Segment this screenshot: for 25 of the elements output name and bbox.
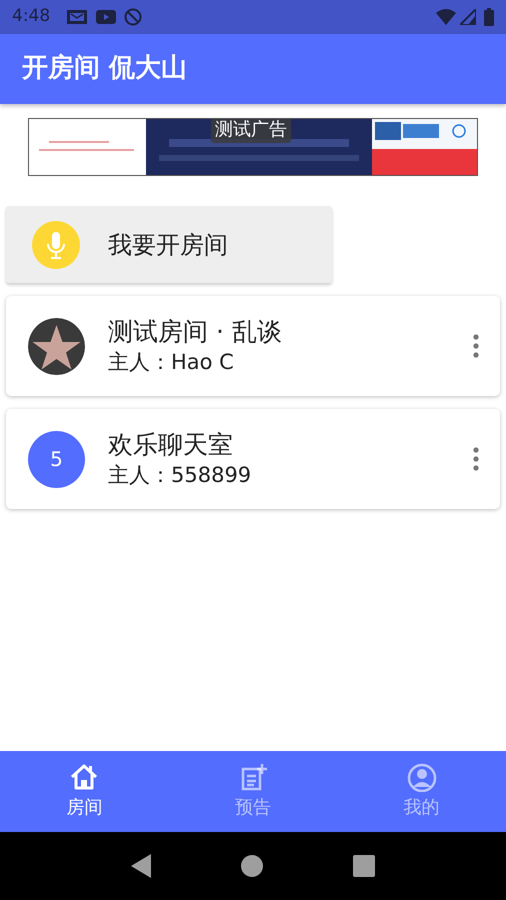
create-room-button[interactable]: 我要开房间 (6, 206, 332, 283)
room-card[interactable]: 测试房间 · 乱谈 主人：Hao C (6, 296, 500, 396)
room-card[interactable]: 5 欢乐聊天室 主人：558899 (6, 409, 500, 509)
battery-icon (484, 8, 494, 26)
more-icon[interactable] (472, 334, 480, 358)
room-owner: 主人：Hao C (108, 348, 235, 376)
signal-icon (460, 9, 476, 25)
ad-label: 测试广告 (211, 119, 291, 143)
room-title: 欢乐聊天室 (108, 429, 234, 462)
nav-tab[interactable]: 房间 (0, 751, 169, 832)
profile-icon (406, 762, 438, 792)
home-button-icon[interactable] (241, 855, 263, 877)
mail-icon (66, 9, 88, 25)
more-icon[interactable] (472, 447, 480, 471)
room-title: 测试房间 · 乱谈 (108, 316, 283, 348)
wifi-icon (436, 9, 456, 25)
app-title: 开房间 侃大山 (22, 53, 188, 85)
back-icon[interactable] (131, 854, 151, 878)
status-time: 4:48 (12, 5, 50, 28)
blocked-icon (124, 8, 142, 26)
microphone-icon (32, 220, 80, 268)
star-avatar-icon (28, 318, 85, 374)
room-avatar: 5 (28, 430, 85, 488)
room-owner: 主人：558899 (108, 462, 252, 489)
video-icon (96, 10, 116, 24)
